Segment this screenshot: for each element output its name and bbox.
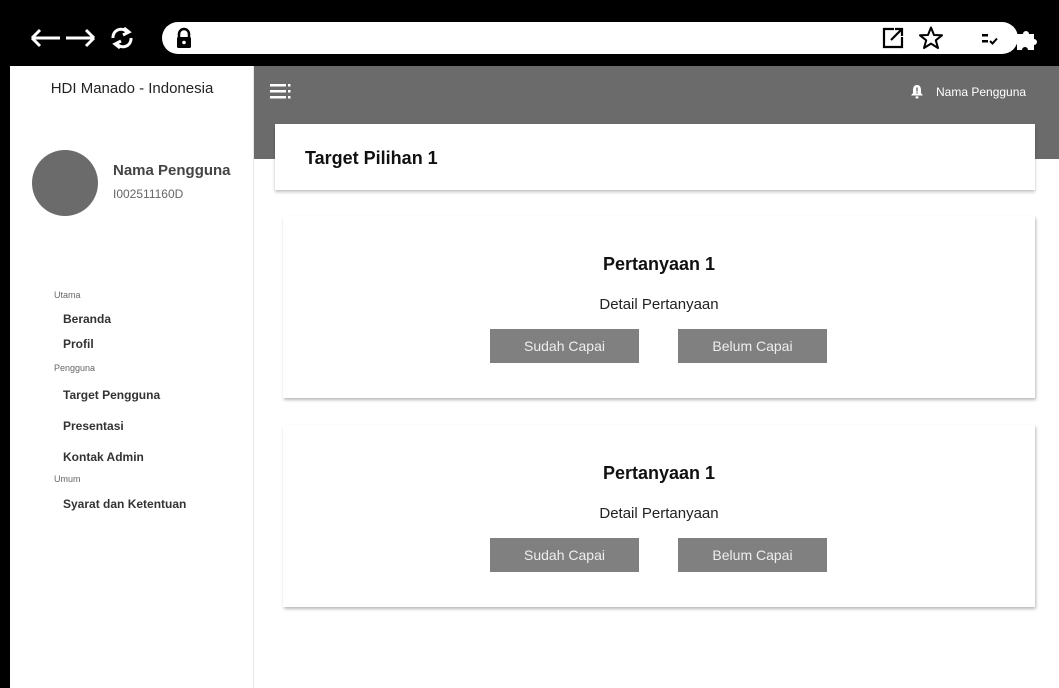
header-user-name[interactable]: Nama Pengguna [936,85,1026,99]
avatar[interactable] [32,150,98,216]
reading-list-icon[interactable] [976,26,1002,52]
page-title: Target Pilihan 1 [305,148,438,168]
sidebar-item-beranda[interactable]: Beranda [63,312,111,326]
browser-frame: HDI Manado - Indonesia Nama Pengguna I00… [0,0,1059,688]
arrow-right-icon[interactable] [64,24,98,52]
star-icon[interactable] [918,25,944,51]
hamburger-menu-icon[interactable] [270,82,292,100]
question-title: Pertanyaan 1 [602,463,716,483]
user-id: I002511160D [113,187,184,201]
menu-section-umum: Umum [54,474,81,484]
menu-section-utama: Utama [54,290,81,300]
user-name: Nama Pengguna [113,162,231,179]
bell-icon[interactable] [910,84,924,99]
question-card: Pertanyaan 1 Detail Pertanyaan Sudah Cap… [283,216,1035,398]
arrow-left-icon[interactable] [28,24,62,52]
menu-section-pengguna: Pengguna [54,363,96,373]
question-title: Pertanyaan 1 [602,254,716,274]
sidebar-item-presentasi[interactable]: Presentasi [63,419,124,433]
address-bar[interactable] [162,22,1018,54]
reload-icon[interactable] [107,24,137,52]
open-external-icon[interactable] [880,25,906,51]
sidebar-item-target-pengguna[interactable]: Target Pengguna [63,388,160,402]
belum-capai-button[interactable]: Belum Capai [678,538,827,572]
browser-toolbar [10,10,1059,66]
page-title-card: Target Pilihan 1 [275,124,1035,190]
brand-title: HDI Manado - Indonesia [50,80,214,97]
question-detail: Detail Pertanyaan [599,296,719,313]
sudah-capai-button[interactable]: Sudah Capai [490,538,639,572]
sidebar-item-syarat-dan-ketentuan[interactable]: Syarat dan Ketentuan [63,497,186,511]
puzzle-icon[interactable] [1014,26,1040,52]
question-detail: Detail Pertanyaan [599,505,719,522]
sidebar: HDI Manado - Indonesia Nama Pengguna I00… [10,66,254,688]
question-card: Pertanyaan 1 Detail Pertanyaan Sudah Cap… [283,425,1035,607]
belum-capai-button[interactable]: Belum Capai [678,329,827,363]
sudah-capai-button[interactable]: Sudah Capai [490,329,639,363]
sidebar-item-kontak-admin[interactable]: Kontak Admin [63,450,144,464]
sidebar-item-profil[interactable]: Profil [63,337,94,351]
page-viewport: HDI Manado - Indonesia Nama Pengguna I00… [10,66,1059,688]
lock-icon [172,26,196,50]
